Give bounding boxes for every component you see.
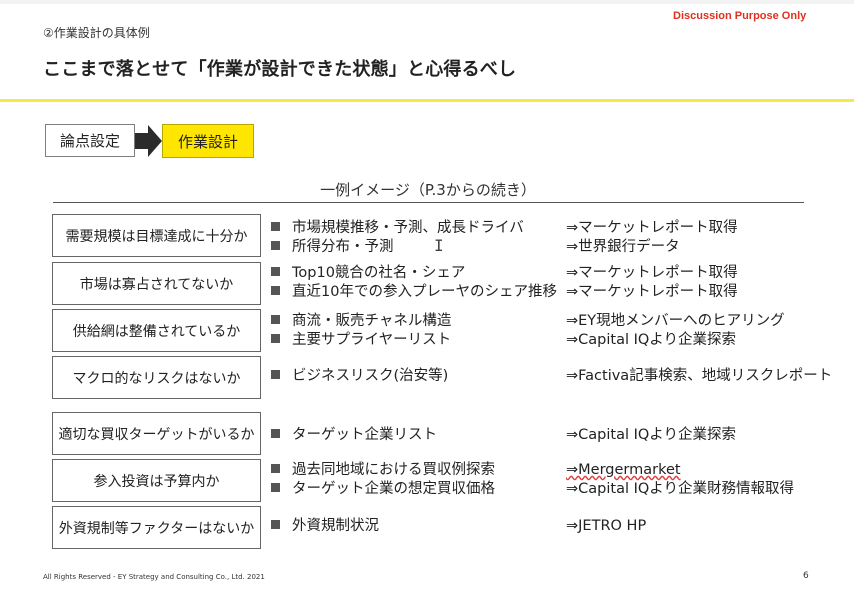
arrow-right-icon <box>135 125 162 157</box>
top-bar <box>0 0 854 4</box>
source-text: ⇒Mergermarket <box>566 462 681 478</box>
task-item: Top10競合の社名・シェア <box>271 264 465 283</box>
task-text: 過去同地域における買収例探索 <box>292 462 495 478</box>
bullet-square-icon <box>271 315 280 324</box>
task-text: Top10競合の社名・シェア <box>292 265 466 281</box>
task-item: ターゲット企業の想定買収価格 <box>271 480 495 499</box>
task-text: 所得分布・予測 <box>292 239 394 255</box>
slide-title: ここまで落とせて「作業が設計できた状態」と心得るべし <box>43 59 517 80</box>
flow-step-issue-setting: 論点設定 <box>45 124 135 157</box>
question-box: 需要規模は目標達成に十分か <box>52 214 261 257</box>
question-box: 外資規制等ファクターはないか <box>52 506 261 549</box>
bullet-square-icon <box>271 267 280 276</box>
question-box: 適切な買収ターゲットがいるか <box>52 412 261 455</box>
task-item: 市場規模推移・予測、成長ドライバ <box>271 219 524 238</box>
task-text: ターゲット企業リスト <box>292 427 437 443</box>
text-cursor-icon: I <box>434 236 444 255</box>
bullet-square-icon <box>271 370 280 379</box>
question-box: マクロ的なリスクはないか <box>52 356 261 399</box>
source-text: ⇒EY現地メンバーへのヒアリング <box>566 313 785 329</box>
bullet-square-icon <box>271 429 280 438</box>
task-item: 主要サプライヤーリスト <box>271 331 451 350</box>
task-text: ターゲット企業の想定買収価格 <box>292 481 495 497</box>
source-text: ⇒マーケットレポート取得 <box>566 284 738 300</box>
bullet-square-icon <box>271 286 280 295</box>
task-text: ビジネスリスク(治安等) <box>292 368 449 384</box>
yellow-divider <box>0 99 854 102</box>
source-text: ⇒JETRO HP <box>566 518 647 534</box>
question-box: 市場は寡占されてないか <box>52 262 261 305</box>
task-text: 主要サプライヤーリスト <box>292 332 452 348</box>
question-box: 供給網は整備されているか <box>52 309 261 352</box>
task-item: 所得分布・予測 <box>271 238 394 257</box>
footer-copyright: All Rights Reserved - EY Strategy and Co… <box>43 573 265 581</box>
discussion-label: Discussion Purpose Only <box>673 10 807 22</box>
bullet-square-icon <box>271 334 280 343</box>
source-text: ⇒Capital IQより企業探索 <box>566 332 736 348</box>
slide-subtitle: ②作業設計の具体例 <box>43 26 150 40</box>
bullet-square-icon <box>271 222 280 231</box>
bullet-square-icon <box>271 520 280 529</box>
task-text: 市場規模推移・予測、成長ドライバ <box>292 220 524 236</box>
task-item: ターゲット企業リスト <box>271 426 437 445</box>
source-text: ⇒世界銀行データ <box>566 239 680 255</box>
example-label: 一例イメージ（P.3からの続き） <box>320 181 536 199</box>
source-text: ⇒Capital IQより企業財務情報取得 <box>566 481 794 497</box>
example-divider <box>53 202 804 203</box>
task-text: 直近10年での参入プレーヤのシェア推移 <box>292 284 557 300</box>
source-text: ⇒マーケットレポート取得 <box>566 265 738 281</box>
task-text: 外資規制状況 <box>292 518 379 534</box>
task-item: 直近10年での参入プレーヤのシェア推移 <box>271 283 557 302</box>
task-item: ビジネスリスク(治安等) <box>271 367 448 386</box>
source-text: ⇒Capital IQより企業探索 <box>566 427 736 443</box>
source-text: ⇒マーケットレポート取得 <box>566 220 738 236</box>
page-number: 6 <box>803 571 809 581</box>
task-text: 商流・販売チャネル構造 <box>292 313 452 329</box>
bullet-square-icon <box>271 483 280 492</box>
task-item: 商流・販売チャネル構造 <box>271 312 451 331</box>
bullet-square-icon <box>271 464 280 473</box>
flow-step-work-design: 作業設計 <box>162 124 254 158</box>
task-item: 外資規制状況 <box>271 517 379 536</box>
bullet-square-icon <box>271 241 280 250</box>
question-box: 参入投資は予算内か <box>52 459 261 502</box>
task-item: 過去同地域における買収例探索 <box>271 461 495 480</box>
source-text: ⇒Factiva記事検索、地域リスクレポート <box>566 368 833 384</box>
